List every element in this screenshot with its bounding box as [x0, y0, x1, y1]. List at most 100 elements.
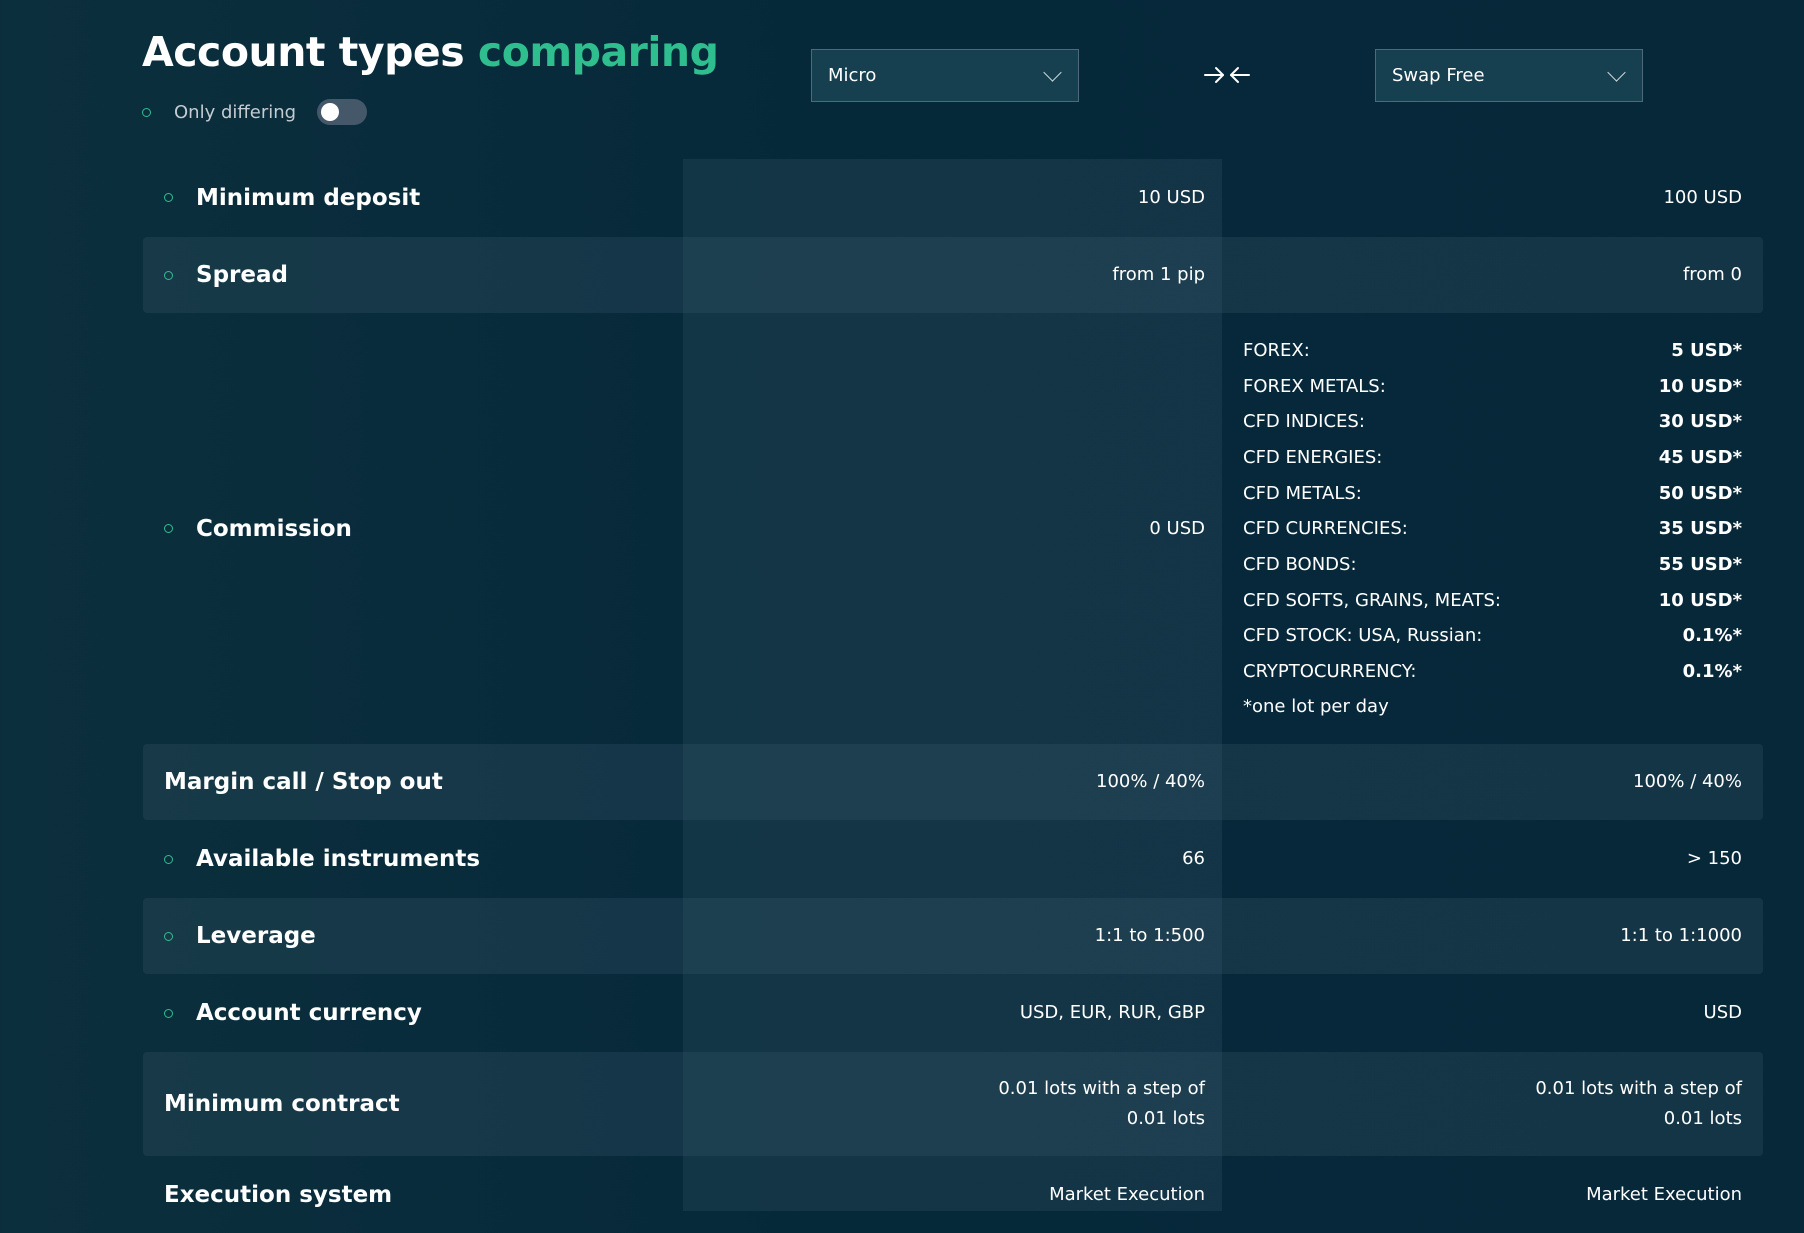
row-label: Commission	[143, 516, 683, 542]
bullet-ring-icon	[164, 270, 173, 280]
row-label-text: Execution system	[164, 1182, 393, 1208]
row-label: Minimum contract	[143, 1091, 683, 1117]
row-label: Minimum deposit	[143, 185, 683, 211]
row-commission: Commission 0 USD FOREX: 5 USD* FOREX META…	[143, 314, 1763, 743]
only-differing-toggle[interactable]	[317, 99, 368, 125]
commission-value: 10 USD*	[1658, 375, 1742, 397]
commission-item: FOREX: 5 USD*	[1243, 333, 1742, 369]
value-right: 1:1 to 1:1000	[1620, 925, 1742, 946]
page-title-main: Account types	[142, 28, 465, 76]
row-execution-system: Execution system Market Execution Market…	[143, 1157, 1763, 1233]
row-margin-call: Margin call / Stop out 100% / 40% 100% /…	[143, 744, 1763, 820]
value-left: 10 USD	[1137, 186, 1205, 208]
commission-item: CFD STOCK: USA, Russian: 0.1%*	[1243, 618, 1742, 654]
row-label: Account currency	[143, 1000, 683, 1026]
commission-note: *one lot per day	[1243, 696, 1389, 718]
page-title: Account types comparing	[142, 28, 719, 76]
row-label-text: Leverage	[196, 923, 316, 949]
commission-name: CFD BONDS:	[1243, 554, 1357, 576]
commission-name: CFD METALS:	[1243, 482, 1362, 504]
only-differing-label: Only differing	[174, 101, 297, 123]
commission-item: CFD INDICES: 30 USD*	[1243, 404, 1742, 440]
row-label: Available instruments	[143, 846, 683, 872]
row-available-instruments: Available instruments 66 > 150	[143, 821, 1763, 897]
page-title-accent: comparing	[477, 28, 719, 76]
value-left: Market Execution	[1049, 1184, 1205, 1205]
value-right: 100% / 40%	[1633, 771, 1742, 792]
account-type-select-left[interactable]: Micro	[811, 49, 1079, 102]
commission-value: 30 USD*	[1658, 411, 1742, 433]
value-left: 66	[1182, 848, 1205, 869]
value-left: USD, EUR, RUR, GBP	[1019, 1002, 1205, 1023]
chevron-down-icon	[1043, 63, 1062, 82]
commission-item: FOREX METALS: 10 USD*	[1243, 368, 1742, 404]
row-minimum-deposit: Minimum deposit 10 USD 100 USD	[143, 159, 1763, 236]
value-right: > 150	[1686, 848, 1742, 869]
commission-item: CFD SOFTS, GRAINS, MEATS: 10 USD*	[1243, 582, 1742, 618]
account-type-select-right[interactable]: Swap Free	[1375, 49, 1643, 102]
row-account-currency: Account currency USD, EUR, RUR, GBP USD	[143, 975, 1763, 1051]
value-right: USD	[1703, 1002, 1742, 1023]
row-label-text: Margin call / Stop out	[164, 769, 443, 795]
commission-item: CFD CURRENCIES: 35 USD*	[1243, 511, 1742, 547]
bullet-ring-icon	[164, 193, 173, 202]
bullet-ring-icon	[142, 107, 151, 117]
row-label-text: Available instruments	[196, 846, 481, 872]
commission-name: CFD CURRENCIES:	[1243, 518, 1408, 540]
toggle-knob	[321, 103, 340, 121]
commission-value: 0.1%*	[1682, 625, 1742, 647]
commission-list-right: FOREX: 5 USD* FOREX METALS: 10 USD* CFD IN…	[1205, 333, 1742, 725]
commission-name: CFD STOCK: USA, Russian:	[1243, 625, 1483, 647]
value-right: 100 USD	[1663, 186, 1742, 208]
bullet-ring-icon	[164, 854, 173, 864]
value-left: 0.01 lots with a step of 0.01 lots	[683, 1074, 1205, 1134]
commission-name: CRYPTOCURRENCY:	[1243, 661, 1417, 683]
commission-name: CFD ENERGIES:	[1243, 446, 1383, 468]
only-differing-control: Only differing	[142, 98, 368, 126]
commission-item: CFD METALS: 50 USD*	[1243, 475, 1742, 511]
bullet-ring-icon	[164, 1008, 173, 1018]
value-right-line: 0.01 lots with a step of	[1535, 1078, 1742, 1099]
value-left: from 1 pip	[1112, 264, 1205, 285]
commission-item: CFD ENERGIES: 45 USD*	[1243, 440, 1742, 476]
bullet-ring-icon	[164, 524, 173, 533]
row-spread: Spread from 1 pip from 0	[143, 237, 1763, 313]
commission-item: CFD BONDS: 55 USD*	[1243, 547, 1742, 583]
row-label-text: Minimum deposit	[196, 184, 421, 211]
value-left: 0 USD	[1149, 517, 1205, 539]
commission-name: CFD SOFTS, GRAINS, MEATS:	[1243, 589, 1501, 611]
row-label: Margin call / Stop out	[143, 769, 683, 795]
bullet-ring-icon	[164, 931, 173, 941]
account-type-select-right-value: Swap Free	[1392, 65, 1485, 86]
value-right-line: 0.01 lots	[1663, 1108, 1742, 1129]
commission-name: FOREX METALS:	[1243, 375, 1386, 397]
commission-value: 0.1%*	[1682, 661, 1742, 683]
row-label: Leverage	[143, 923, 683, 949]
value-left: 1:1 to 1:500	[1094, 925, 1205, 946]
value-left-line: 0.01 lots	[1126, 1108, 1205, 1129]
commission-item: CRYPTOCURRENCY: 0.1%*	[1243, 654, 1742, 690]
row-label: Execution system	[143, 1182, 683, 1208]
value-right: from 0	[1682, 264, 1742, 285]
chevron-down-icon	[1607, 63, 1626, 82]
row-label-text: Spread	[196, 262, 288, 288]
row-leverage: Leverage 1:1 to 1:500 1:1 to 1:1000	[143, 898, 1763, 974]
row-label-text: Account currency	[196, 1000, 422, 1026]
row-label: Spread	[143, 262, 683, 288]
row-minimum-contract: Minimum contract 0.01 lots with a step o…	[143, 1052, 1763, 1156]
value-left: 100% / 40%	[1096, 771, 1205, 792]
commission-name: FOREX:	[1243, 339, 1310, 361]
row-label-text: Minimum contract	[164, 1091, 400, 1117]
commission-name: CFD INDICES:	[1243, 411, 1365, 433]
row-label-text: Commission	[196, 515, 352, 542]
account-type-select-left-value: Micro	[828, 65, 877, 86]
commission-value: 45 USD*	[1658, 446, 1742, 468]
value-right: Market Execution	[1586, 1184, 1742, 1205]
commission-value: 50 USD*	[1658, 482, 1742, 504]
commission-value: 5 USD*	[1671, 339, 1742, 361]
swap-arrows-icon[interactable]	[1202, 62, 1252, 88]
value-left-line: 0.01 lots with a step of	[998, 1078, 1205, 1099]
commission-value: 10 USD*	[1658, 589, 1742, 611]
commission-value: 35 USD*	[1658, 518, 1742, 540]
commission-value: 55 USD*	[1658, 554, 1742, 576]
